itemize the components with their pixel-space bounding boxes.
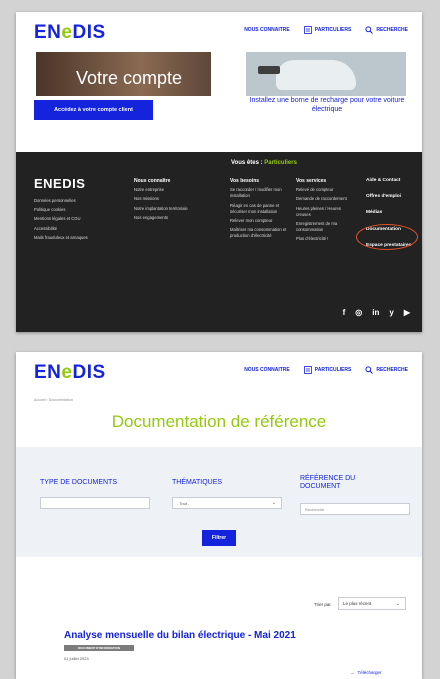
audience-indicator: Vous êtes : Particuliers — [231, 160, 297, 166]
nav-particuliers[interactable]: PARTICULIERS — [303, 26, 352, 34]
footer-link[interactable]: Demande de raccordement — [296, 196, 354, 202]
logo-part: e — [61, 362, 73, 383]
footer-col-nous-connaitre: Nous connaître Notre entreprise Nos miss… — [134, 178, 214, 224]
footer-link[interactable]: Maîtriser ma consommation et production … — [230, 227, 290, 239]
footer-link-aide-contact[interactable]: Aide & Contact — [366, 178, 420, 184]
sort-label: Trier par — [314, 602, 331, 607]
car-illustration — [276, 60, 356, 90]
instagram-icon[interactable]: ◎ — [355, 308, 362, 317]
footer-legal-links: Données personnelles Politique cookies M… — [34, 198, 129, 244]
youtube-icon[interactable]: ▶ — [404, 308, 410, 317]
reference-document-label: RÉFÉRENCE DU DOCUMENT — [300, 475, 355, 491]
access-account-button[interactable]: Accédez à votre compte client — [34, 100, 153, 120]
footer-heading: Vos services — [296, 178, 327, 184]
reference-search-input[interactable]: Recherche — [300, 503, 410, 515]
chevron-down-icon: ⌄ — [395, 601, 400, 607]
type-documents-input[interactable] — [40, 497, 150, 509]
document-type-badge: DOCUMENT D'INFORMATION — [64, 645, 134, 651]
footer-link[interactable]: Relevé de compteur — [296, 187, 354, 193]
footer-heading: Nous connaître — [134, 178, 171, 184]
facebook-icon[interactable]: f — [343, 308, 346, 317]
nav-links: NOUS CONNAITRE PARTICULIERS RECHERCHE — [244, 26, 408, 34]
thematiques-select[interactable]: - Tout - ⌄ — [172, 497, 282, 509]
profile-switch-icon — [303, 26, 312, 34]
social-links: f ◎ in y ▶ — [343, 308, 410, 317]
footer-link[interactable]: Notre implantation territoriale — [134, 206, 214, 212]
logo-part: e — [61, 22, 73, 43]
audience-label: Vous êtes : — [231, 160, 263, 166]
nav-label: NOUS CONNAITRE — [244, 27, 290, 33]
page-title: Documentation de référence — [111, 412, 327, 431]
nav-label: PARTICULIERS — [314, 367, 352, 373]
nav-label: PARTICULIERS — [314, 27, 352, 33]
footer-link[interactable]: Réagir en cas de panne et sécuriser mon … — [230, 203, 290, 215]
footer-link[interactable]: Données personnelles — [34, 198, 129, 204]
charging-plug-illustration — [258, 66, 280, 74]
linkedin-icon[interactable]: in — [372, 308, 379, 317]
audience-value[interactable]: Particuliers — [264, 160, 297, 166]
result-title-link[interactable]: Analyse mensuelle du bilan électrique - … — [64, 630, 296, 641]
footer-link[interactable]: Notre entreprise — [134, 187, 214, 193]
footer-col-vos-services: Vos services Relevé de compteur Demande … — [296, 178, 354, 246]
logo-part: EN — [34, 22, 62, 43]
nav-label: RECHERCHE — [376, 27, 408, 33]
thematiques-selected-value: - Tout - — [177, 500, 190, 506]
breadcrumb[interactable]: Accueil › Documentation — [34, 398, 73, 402]
logo-part: DIS — [72, 22, 106, 43]
nav-nous-connaitre[interactable]: NOUS CONNAITRE — [244, 27, 290, 33]
footer-link[interactable]: Politique cookies — [34, 207, 129, 213]
footer-link[interactable]: Se raccorder / modifier mon installation — [230, 187, 290, 199]
footer-link[interactable]: Relever mon compteur — [230, 218, 290, 224]
footer-link[interactable]: Plus d'électricité ! — [296, 236, 354, 242]
chevron-down-icon: ⌄ — [271, 500, 276, 506]
sort-selected-value: Le plus récent — [343, 601, 372, 606]
footer-link-medias[interactable]: Médias — [366, 210, 420, 216]
top-navigation: ENeDIS NOUS CONNAITRE PARTICULIERS RECHE… — [16, 352, 422, 392]
nav-recherche[interactable]: RECHERCHE — [365, 366, 408, 374]
nav-recherche[interactable]: RECHERCHE — [365, 26, 408, 34]
homepage-footer-panel: ENeDIS NOUS CONNAITRE PARTICULIERS RECHE… — [16, 12, 422, 332]
enedis-logo[interactable]: ENeDIS — [34, 22, 106, 44]
footer-link-offres-emploi[interactable]: Offres d'emploi — [366, 194, 420, 200]
result-date: 01 juillet 2024 — [64, 656, 89, 661]
hero-title: Votre compte — [76, 68, 183, 88]
nav-label: RECHERCHE — [376, 367, 408, 373]
download-label: Télécharger — [357, 670, 382, 675]
footer-link[interactable]: Enregistrement de ma consommation — [296, 221, 354, 233]
footer-link[interactable]: Nos engagements — [134, 215, 214, 221]
footer-link[interactable]: Accessibilité — [34, 226, 129, 232]
footer-link[interactable]: Heures pleines / Heures creuses — [296, 206, 354, 218]
footer-heading: Vos besoins — [230, 178, 260, 184]
footer-link[interactable]: Nos missions — [134, 196, 214, 202]
type-documents-label: TYPE DE DOCUMENTS — [40, 479, 118, 486]
search-icon — [365, 26, 374, 34]
download-link[interactable]: → Télécharger — [350, 670, 382, 675]
top-navigation: ENeDIS NOUS CONNAITRE PARTICULIERS RECHE… — [16, 12, 422, 52]
footer-col-vos-besoins: Vos besoins Se raccorder / modifier mon … — [230, 178, 290, 243]
footer-logo[interactable]: ENEDIS — [34, 176, 85, 191]
logo-part: EN — [34, 362, 62, 383]
reference-label-line: RÉFÉRENCE DU — [300, 475, 356, 482]
nav-particuliers[interactable]: PARTICULIERS — [303, 366, 352, 374]
nav-nous-connaitre[interactable]: NOUS CONNAITRE — [244, 367, 290, 373]
arrow-right-icon: → — [350, 670, 355, 675]
nav-links: NOUS CONNAITRE PARTICULIERS RECHERCHE — [244, 366, 408, 374]
reference-label-line: DOCUMENT — [300, 483, 341, 490]
documentation-highlight-circle — [356, 224, 418, 250]
footer-link[interactable]: Mentions légales et CGU — [34, 216, 129, 222]
sort-select[interactable]: Le plus récent ⌄ — [338, 597, 406, 610]
votre-compte-card[interactable]: Votre compte — [36, 52, 211, 96]
documentation-page-panel: ENeDIS NOUS CONNAITRE PARTICULIERS RECHE… — [16, 352, 422, 679]
twitter-icon[interactable]: y — [389, 308, 393, 317]
borne-recharge-link[interactable]: Installez une borne de recharge pour vot… — [242, 96, 412, 114]
footer-link[interactable]: Mails frauduleux et arnaques — [34, 235, 129, 241]
nav-label: NOUS CONNAITRE — [244, 367, 290, 373]
thematiques-label: THÉMATIQUES — [172, 479, 223, 486]
search-icon — [365, 366, 374, 374]
filter-button[interactable]: Filtrer — [202, 530, 236, 546]
enedis-logo[interactable]: ENeDIS — [34, 362, 106, 384]
logo-part: DIS — [72, 362, 106, 383]
profile-switch-icon — [303, 366, 312, 374]
borne-recharge-image[interactable] — [246, 52, 406, 96]
